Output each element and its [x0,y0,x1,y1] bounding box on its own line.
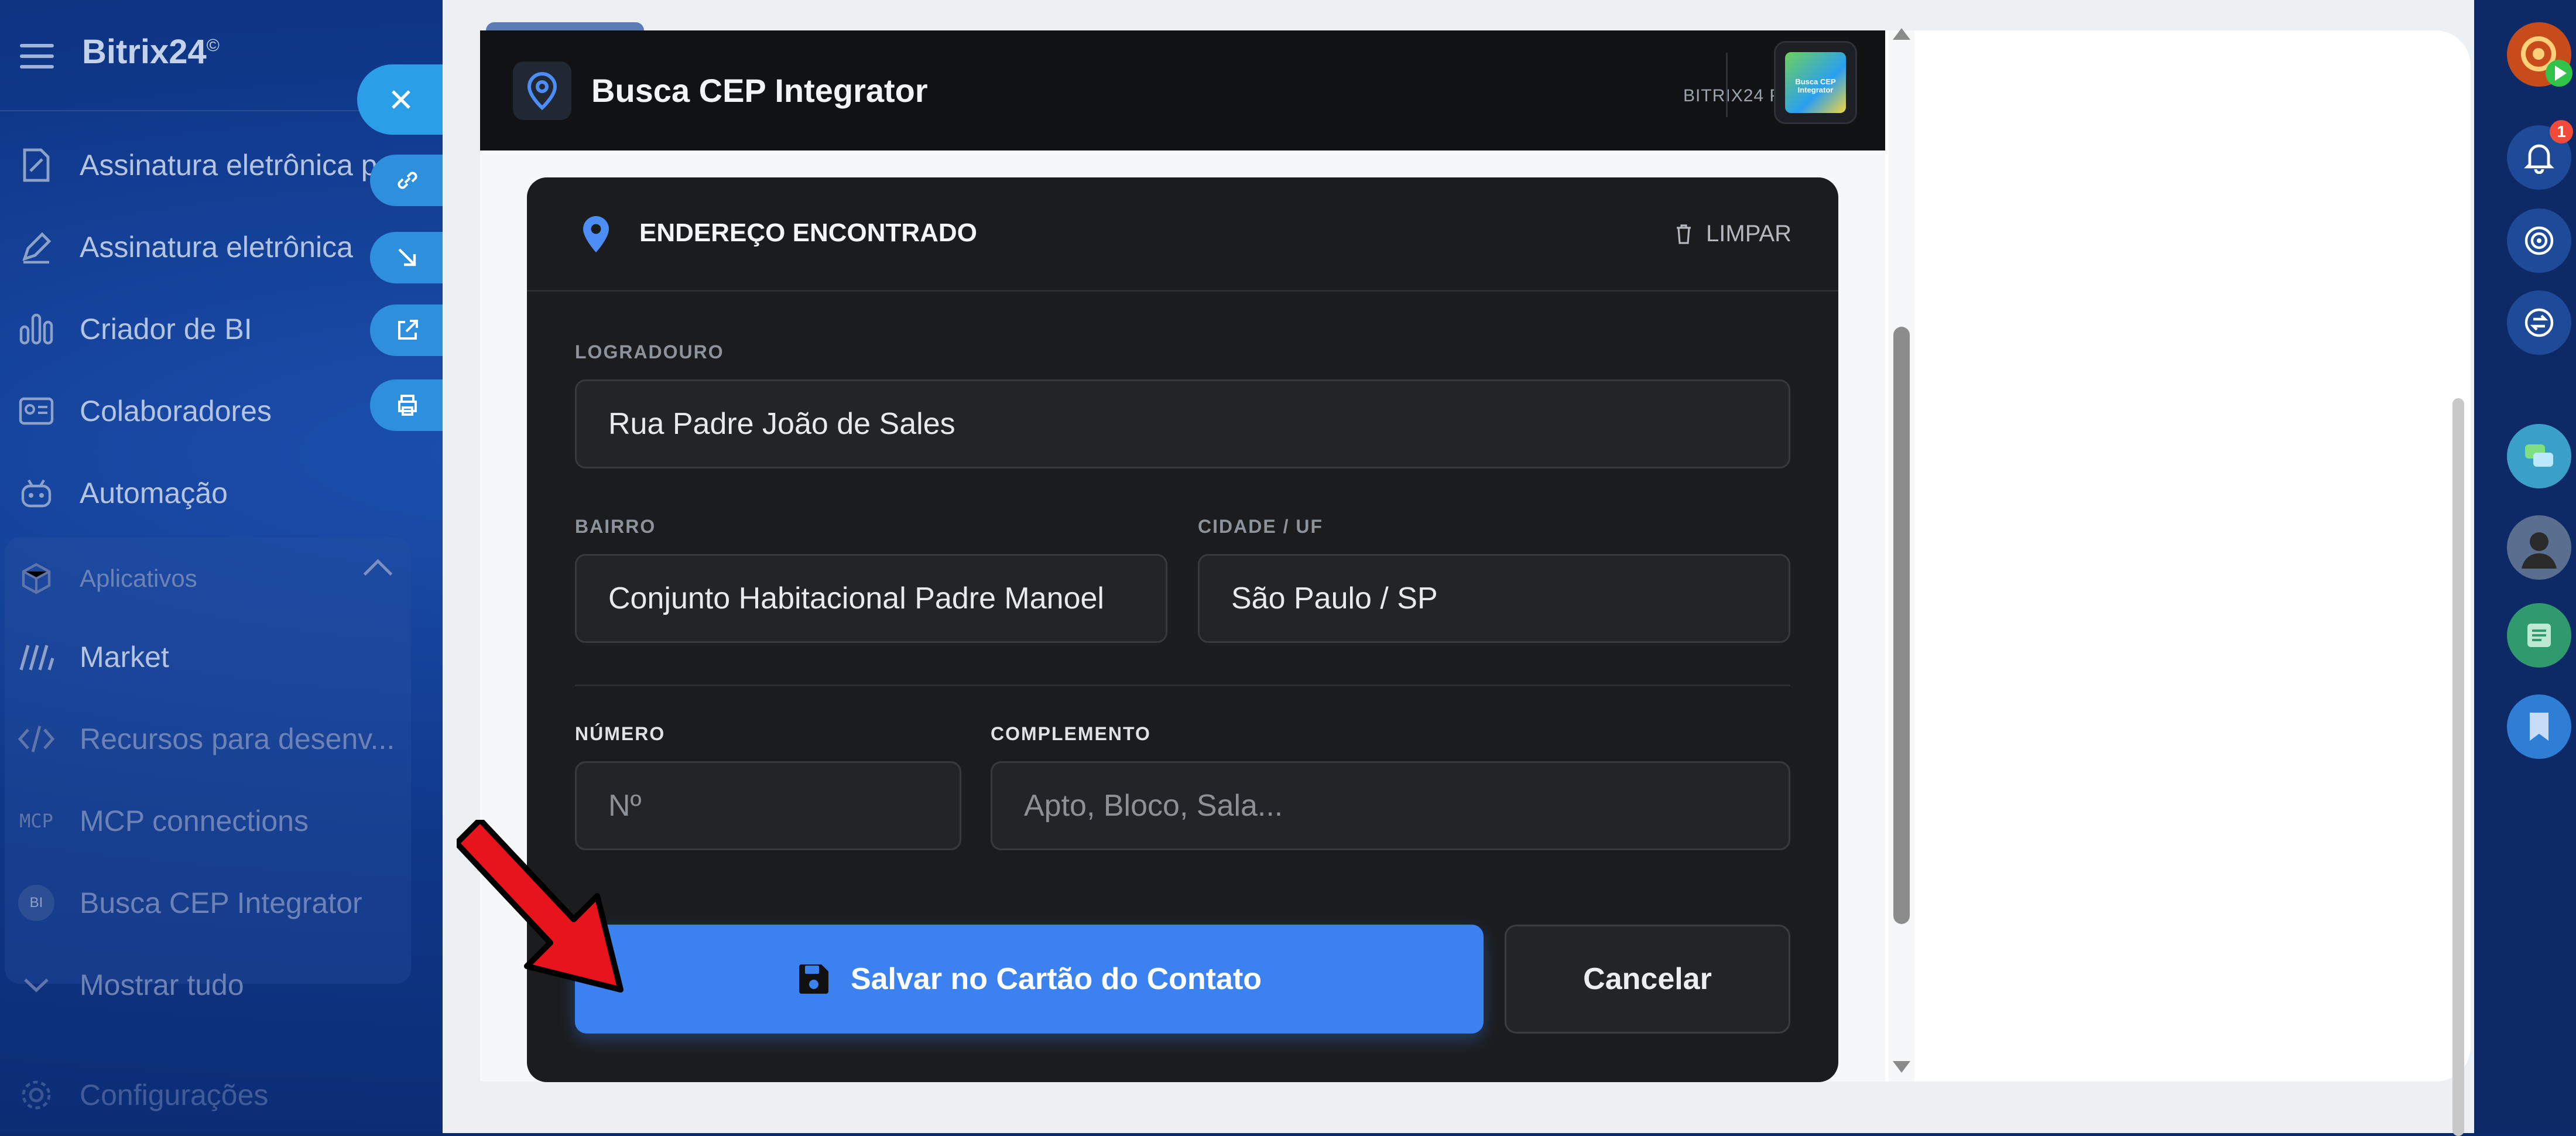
play-status-icon[interactable] [2546,60,2572,87]
pen-icon [18,228,55,266]
close-icon [392,90,410,109]
apps-group-label: Aplicativos [80,564,197,592]
minimize-button[interactable] [370,232,445,283]
outer-scrollbar-thumb[interactable] [2452,398,2464,1136]
bi-circle-icon: BI [18,884,55,922]
sidebar-item-label: Busca CEP Integrator [80,887,362,919]
menu-icon[interactable] [20,44,54,69]
logradouro-label: LOGRADOURO [575,341,724,362]
radar-icon[interactable] [2507,208,2571,273]
external-link-icon [398,320,418,340]
app-header: Busca CEP Integrator [480,30,1885,150]
sidebar-item-mcp[interactable]: MCP MCP connections [0,792,422,850]
id-card-icon [18,392,55,430]
sidebar-item-market[interactable]: Market [0,628,422,686]
sidebar-item-label: Recursos para desenv... [80,723,395,755]
sidebar-item-assinatura[interactable]: Assinatura eletrônica [0,218,422,276]
sidebar-show-all[interactable]: Mostrar tudo [0,956,422,1014]
numero-input[interactable]: Nº [575,761,961,850]
copy-link-button[interactable] [370,155,445,206]
save-button-label: Salvar no Cartão do Contato [850,962,1262,996]
scroll-up-arrow[interactable] [1893,28,1910,40]
sync-chat-icon[interactable] [2507,290,2571,355]
sidebar-item-label: Configurações [80,1079,269,1111]
map-pin-filled-icon [581,215,611,256]
card-title: ENDEREÇO ENCONTRADO [639,218,977,247]
document-sign-icon [18,146,55,184]
apps-group-header[interactable]: Aplicativos [0,549,422,608]
app-logo: Busca CEP Integrator [1774,41,1857,124]
print-button[interactable] [370,379,445,431]
chevron-down-icon [18,966,55,1004]
sidebar-settings[interactable]: Configurações [0,1066,422,1124]
brand-logo[interactable]: Bitrix24© [82,32,220,71]
sidebar-item-label: Colaboradores [80,395,272,427]
red-arrow-annotation [457,820,624,993]
open-new-window-button[interactable] [370,304,445,356]
cube-icon [18,560,55,597]
clear-button[interactable]: LIMPAR [1676,221,1791,247]
chat-bubbles-icon[interactable] [2507,424,2571,488]
sidebar-item-label: Market [80,641,169,673]
mcp-icon: MCP [19,810,53,832]
sidebar-item-criador-bi[interactable]: Criador de BI [0,300,422,358]
complemento-input[interactable]: Apto, Bloco, Sala... [991,761,1790,850]
market-icon [18,638,55,676]
avatar[interactable] [2507,515,2571,580]
close-slider-button[interactable] [357,64,445,135]
cancel-button[interactable]: Cancelar [1505,925,1790,1034]
logo-text: Busca CEP Integrator [1795,77,1836,94]
sidebar-item-label: Assinatura eletrônica p [80,149,378,182]
bairro-field[interactable]: Conjunto Habitacional Padre Manoel [575,554,1167,643]
app-title: Busca CEP Integrator [591,72,928,109]
printer-icon [398,395,417,416]
save-contact-button[interactable]: Salvar no Cartão do Contato [575,925,1484,1034]
card-header: ENDEREÇO ENCONTRADO LIMPAR [527,177,1838,292]
sidebar-item-automacao[interactable]: Automação [0,464,422,522]
numero-label: NÚMERO [575,723,666,744]
logradouro-field[interactable]: Rua Padre João de Sales [575,379,1790,468]
sidebar-item-label: Criador de BI [80,313,252,345]
bar-chart-icon [18,310,55,348]
scroll-down-arrow[interactable] [1893,1061,1910,1073]
sidebar-item-label: Mostrar tudo [80,969,244,1001]
sidebar-item-label: Assinatura eletrônica [80,231,353,264]
trash-icon [1677,224,1691,244]
section-divider [575,685,1790,686]
sidebar-item-label: MCP connections [80,805,309,837]
code-icon [18,720,55,758]
arrow-down-right-icon [398,248,416,266]
sidebar-item-label: Automação [80,477,228,509]
floppy-disk-icon [799,964,828,994]
notification-badge: 1 [2550,120,2573,143]
robot-icon [18,474,55,512]
sidebar-item-colaboradores[interactable]: Colaboradores [0,382,422,440]
sidebar-item-assinatura-p[interactable]: Assinatura eletrônica p [0,136,422,194]
gear-icon [18,1076,55,1114]
map-pin-icon [513,61,571,120]
news-feed-icon[interactable] [2507,603,2571,668]
cidade-field[interactable]: São Paulo / SP [1198,554,1790,643]
link-icon [398,172,417,189]
cidade-label: CIDADE / UF [1198,516,1323,537]
bairro-label: BAIRRO [575,516,656,537]
sidebar-item-recursos[interactable]: Recursos para desenv... [0,710,422,768]
address-card: ENDEREÇO ENCONTRADO LIMPAR LOGRADOURO Ru… [527,177,1838,1082]
clear-label: LIMPAR [1706,221,1791,247]
complemento-label: COMPLEMENTO [991,723,1151,744]
sidebar-item-busca-cep[interactable]: BI Busca CEP Integrator [0,874,422,932]
scrollbar-thumb[interactable] [1893,327,1910,924]
header-divider [1726,53,1728,117]
bookmark-icon[interactable] [2507,694,2571,759]
